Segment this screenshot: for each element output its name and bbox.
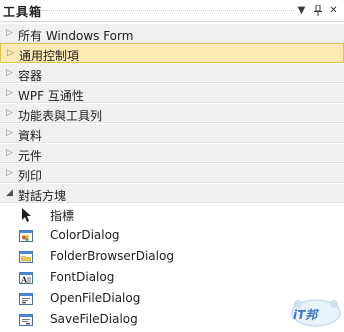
- toolbox-item-label: ColorDialog: [50, 228, 120, 242]
- expand-arrow-icon: ▷: [6, 148, 13, 158]
- toolbox-titlebar: 工具箱 ▼ ✕: [0, 0, 344, 22]
- category-label: 對話方塊: [18, 189, 67, 203]
- open-file-dialog-icon: [18, 291, 34, 307]
- toolbox-item-pointer[interactable]: 指標: [0, 204, 344, 225]
- expand-arrow-icon: ▷: [6, 108, 13, 118]
- category-components[interactable]: ▷ 元件: [0, 143, 344, 163]
- watermark-text: iT邦: [293, 308, 318, 322]
- expand-arrow-icon: ▷: [7, 48, 14, 58]
- color-dialog-icon: [18, 228, 34, 244]
- ithome-watermark-logo: iT邦: [290, 296, 342, 328]
- close-icon[interactable]: ✕: [326, 3, 341, 18]
- font-dialog-icon: A: [18, 270, 34, 286]
- folder-browser-dialog-icon: [18, 249, 34, 265]
- category-label: 通用控制項: [19, 49, 80, 63]
- category-all-windows-forms[interactable]: ▷ 所有 Windows Form: [0, 23, 344, 43]
- category-label: 容器: [18, 69, 43, 83]
- toolbox-item-label: 指標: [50, 209, 75, 223]
- collapse-arrow-icon: ◢: [6, 188, 13, 198]
- category-label: 功能表與工具列: [18, 109, 103, 123]
- toolbox-item-label: FontDialog: [50, 270, 115, 284]
- titlebar-grip: [42, 10, 294, 12]
- category-label: 元件: [18, 149, 43, 163]
- toolbox-item-label: OpenFileDialog: [50, 291, 141, 305]
- category-data[interactable]: ▷ 資料: [0, 123, 344, 143]
- toolbox-item-label: FolderBrowserDialog: [50, 249, 174, 263]
- expand-arrow-icon: ▷: [6, 128, 13, 138]
- category-label: 所有 Windows Form: [18, 29, 134, 43]
- expand-arrow-icon: ▷: [6, 68, 13, 78]
- expand-arrow-icon: ▷: [6, 168, 13, 178]
- save-file-dialog-icon: [18, 312, 34, 328]
- expand-arrow-icon: ▷: [6, 88, 13, 98]
- category-dialogs[interactable]: ◢ 對話方塊: [0, 183, 344, 203]
- category-wpf-interop[interactable]: ▷ WPF 互通性: [0, 83, 344, 103]
- expand-arrow-icon: ▷: [6, 28, 13, 38]
- category-label: 列印: [18, 169, 43, 183]
- toolbox-item-colordialog[interactable]: ColorDialog: [0, 225, 344, 246]
- pin-icon[interactable]: [310, 3, 325, 18]
- category-printing[interactable]: ▷ 列印: [0, 163, 344, 183]
- category-containers[interactable]: ▷ 容器: [0, 63, 344, 83]
- svg-text:A: A: [20, 275, 28, 285]
- toolbox-window: 工具箱 ▼ ✕ ▷ 所有 Windows Form ▷ 通用控制項 ▷ 容器 ▷…: [0, 0, 344, 332]
- toolbox-item-folderbrowserdialog[interactable]: FolderBrowserDialog: [0, 246, 344, 267]
- toolbox-title: 工具箱: [3, 5, 43, 19]
- dropdown-icon[interactable]: ▼: [294, 3, 309, 18]
- category-menus-toolbars[interactable]: ▷ 功能表與工具列: [0, 103, 344, 123]
- category-label: 資料: [18, 129, 43, 143]
- toolbox-item-fontdialog[interactable]: A FontDialog: [0, 267, 344, 288]
- category-common-controls[interactable]: ▷ 通用控制項: [0, 43, 344, 63]
- pointer-icon: [18, 207, 34, 223]
- toolbox-item-label: SaveFileDialog: [50, 312, 138, 326]
- category-label: WPF 互通性: [18, 89, 84, 103]
